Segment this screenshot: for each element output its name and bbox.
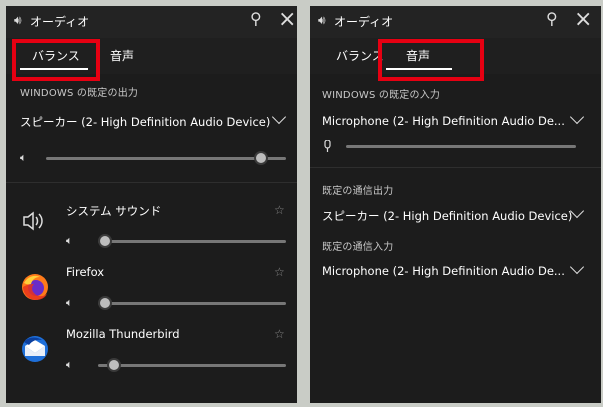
audio-panel-voice: 🔊︎ オーディオ ⚲ × バランス 音声 WINDOWS の既定の入力 Micr… [310,6,601,403]
input-level-meter [346,145,576,148]
default-input-label: WINDOWS の既定の入力 [322,90,441,101]
favorite-star-icon[interactable]: ☆ [274,327,285,341]
speaker-icon [23,211,43,231]
speaker-icon: 🔊︎ [14,13,22,27]
window-title: オーディオ [334,15,394,29]
close-icon[interactable]: × [574,7,592,33]
input-level-row [310,138,601,158]
slider-track [98,302,286,305]
output-device-value: スピーカー (2- High Definition Audio Device) [20,115,271,129]
slider-track [98,364,286,367]
slider-thumb[interactable] [253,151,268,165]
volume-icon: 🔈︎ [66,296,73,309]
slider-track [98,240,286,243]
master-volume-slider[interactable] [46,151,286,165]
divider [6,182,297,183]
input-device-value: Microphone (2- High Definition Audio De.… [322,114,565,128]
volume-icon: 🔈︎ [20,151,27,164]
audio-panel-balance: 🔊︎ オーディオ ⚲ × バランス 音声 WINDOWS の既定の出力 スピーカ… [6,6,297,403]
highlight-box [12,39,100,81]
pin-icon[interactable]: ⚲ [250,9,262,28]
comm-output-label: 既定の通信出力 [322,186,394,197]
favorite-star-icon[interactable]: ☆ [274,265,285,279]
thunderbird-icon [22,336,48,362]
tab-balance[interactable]: バランス [336,47,384,64]
input-device-select[interactable]: Microphone (2- High Definition Audio De.… [310,109,601,134]
window-title: オーディオ [30,15,90,29]
microphone-icon [324,140,331,152]
app-volume-slider[interactable] [98,234,286,248]
slider-thumb[interactable] [106,358,121,372]
titlebar: 🔊︎ オーディオ ⚲ × [310,6,601,38]
default-output-label: WINDOWS の既定の出力 [20,88,139,99]
slider-thumb[interactable] [98,234,112,248]
app-name: システム サウンド [66,204,162,218]
app-volume-slider[interactable] [98,358,286,372]
highlight-box [378,39,484,81]
titlebar: 🔊︎ オーディオ ⚲ × [6,6,297,38]
comm-input-select[interactable]: Microphone (2- High Definition Audio De.… [310,259,601,284]
chevron-down-icon [271,109,287,125]
slider-track [46,157,286,160]
favorite-star-icon[interactable]: ☆ [274,203,285,217]
output-device-select[interactable]: スピーカー (2- High Definition Audio Device) [6,109,297,134]
tab-voice[interactable]: 音声 [110,47,134,64]
firefox-icon [22,274,48,300]
comm-output-select[interactable]: スピーカー (2- High Definition Audio Device) [310,203,601,228]
chevron-down-icon [569,259,585,275]
pin-icon[interactable]: ⚲ [546,9,558,28]
comm-output-value: スピーカー (2- High Definition Audio Device) [322,209,573,223]
divider [310,167,601,168]
app-name: Firefox [66,265,105,279]
chevron-down-icon [569,109,585,125]
close-icon[interactable]: × [278,7,296,33]
volume-icon: 🔈︎ [66,358,73,371]
slider-thumb[interactable] [98,296,112,310]
app-volume-slider[interactable] [98,296,286,310]
volume-icon: 🔈︎ [66,234,73,247]
comm-input-value: Microphone (2- High Definition Audio De.… [322,264,565,278]
speaker-icon: 🔊︎ [318,13,326,27]
comm-input-label: 既定の通信入力 [322,242,394,253]
app-name: Mozilla Thunderbird [66,327,180,341]
